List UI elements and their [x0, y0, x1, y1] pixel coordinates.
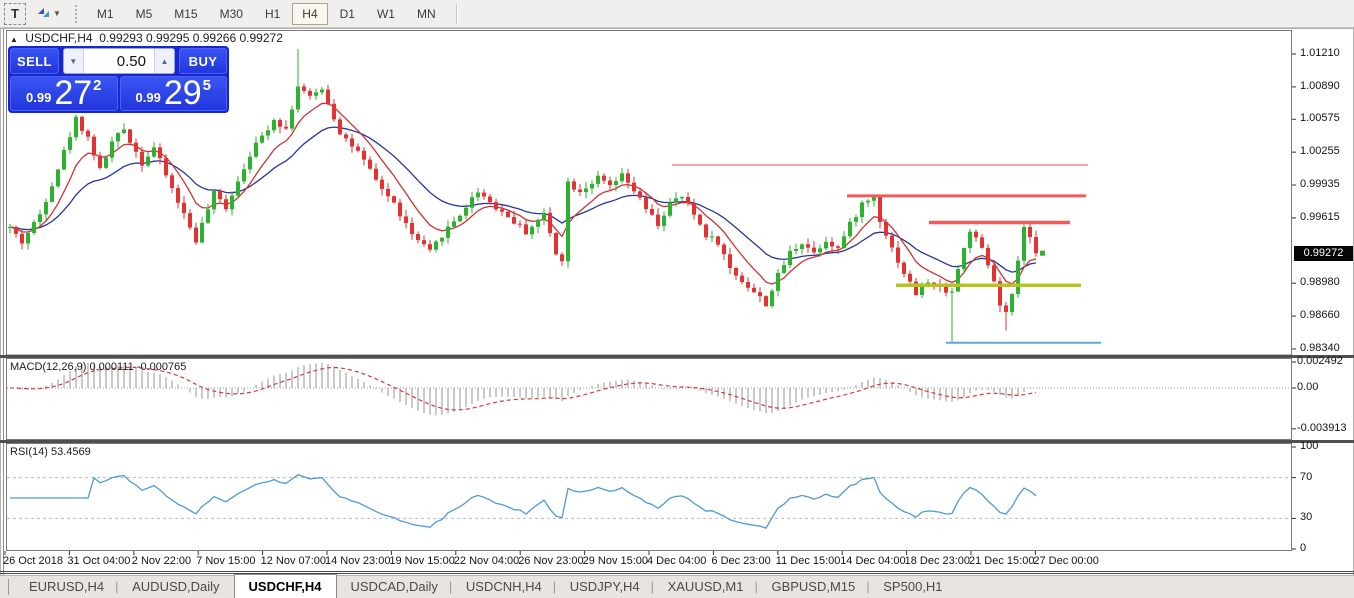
volume-decrease-button[interactable]: ▼	[64, 49, 84, 73]
macd-axis-label: 0.00	[1297, 381, 1318, 393]
current-price-box: 0.99272	[1294, 246, 1353, 261]
chart-tabs: EURUSD,H4AUDUSD,DailyUSDCHF,H4USDCAD,Dai…	[15, 574, 957, 598]
price-axis-label: 0.98660	[1300, 309, 1340, 321]
ohlc-close: 0.99272	[239, 31, 282, 45]
symbol-up-icon: ▲	[10, 35, 18, 44]
timeframe-button[interactable]: M15	[164, 3, 207, 25]
chart-tab[interactable]: USDCAD,Daily	[337, 576, 452, 598]
chart-tab[interactable]: EURUSD,H4	[15, 576, 118, 598]
timeframe-button[interactable]: H4	[292, 3, 327, 25]
time-axis-label: 26 Nov 23:00	[518, 555, 583, 567]
macd-axis-label: -0.003913	[1297, 422, 1347, 434]
chart-tab[interactable]: AUDUSD,Daily	[118, 576, 233, 598]
buy-price-big: 29	[164, 78, 202, 108]
double-arrow-icon	[36, 5, 51, 23]
chart-title: ▲ USDCHF,H4 0.99293 0.99295 0.99266 0.99…	[10, 31, 283, 45]
time-axis-label: 21 Dec 15:00	[969, 555, 1034, 567]
rsi-axis-label: 0	[1300, 542, 1306, 554]
price-axis-label: 1.00255	[1300, 145, 1340, 157]
ohlc-open: 0.99293	[99, 31, 142, 45]
chart-tab[interactable]: USDCHF,H4	[234, 574, 337, 598]
time-axis-label: 12 Nov 07:00	[261, 555, 326, 567]
time-axis-label: 4 Dec 04:00	[647, 555, 706, 567]
ohlc-high: 0.99295	[146, 31, 189, 45]
toolbar-grip	[75, 5, 79, 23]
time-axis-label: 6 Dec 23:00	[711, 555, 770, 567]
current-price-marker	[1040, 251, 1045, 256]
one-click-trade-panel: SELL ▼ ▲ BUY 0.99 27 2 0.99 29 5	[8, 46, 229, 113]
timeframe-button[interactable]: M30	[210, 3, 253, 25]
rsi-indicator-label: RSI(14) 53.4569	[10, 446, 91, 458]
timeframe-button[interactable]: M1	[87, 3, 124, 25]
chart-tab[interactable]: GBPUSD,M15	[757, 576, 869, 598]
ohlc-low: 0.99266	[193, 31, 236, 45]
rsi-axis-label: 70	[1300, 471, 1312, 483]
time-axis-label: 18 Dec 23:00	[905, 555, 970, 567]
timeframe-group: M1M5M15M30H1H4D1W1MN	[87, 3, 446, 25]
sell-price-prefix: 0.99	[26, 90, 51, 105]
sell-price-pip: 2	[93, 77, 101, 94]
rsi-axis-label: 30	[1300, 511, 1312, 523]
time-axis-label: 31 Oct 04:00	[67, 555, 130, 567]
timeframe-button[interactable]: D1	[330, 3, 365, 25]
toolbar: T ▼ M1M5M15M30H1H4D1W1MN	[0, 0, 1354, 28]
timeframe-button[interactable]: M5	[126, 3, 163, 25]
pane-separator[interactable]	[0, 355, 1354, 358]
time-axis-label: 29 Nov 15:00	[583, 555, 648, 567]
time-axis-label: 11 Dec 15:00	[776, 555, 841, 567]
sell-button[interactable]: SELL	[10, 48, 59, 74]
chart-tab[interactable]: USDCNH,H4	[452, 576, 556, 598]
time-axis-label: 22 Nov 04:00	[454, 555, 519, 567]
time-axis-label: 2 Nov 22:00	[132, 555, 191, 567]
mt4-terminal: T ▼ M1M5M15M30H1H4D1W1MN ▲ USDCHF,H4 0.9…	[0, 0, 1354, 598]
buy-price-prefix: 0.99	[136, 90, 161, 105]
volume-input[interactable]	[84, 49, 154, 73]
text-tool-button[interactable]: T	[4, 3, 26, 25]
buy-price-pip: 5	[203, 77, 211, 94]
time-axis-label: 26 Oct 2018	[3, 555, 63, 567]
macd-indicator-label: MACD(12,26,9) 0.000111 -0.000765	[10, 361, 186, 373]
rsi-axis-label: 100	[1300, 440, 1318, 452]
chart-tab[interactable]: SP500,H1	[869, 576, 956, 598]
price-axis-label: 0.98980	[1300, 276, 1340, 288]
buy-price-button[interactable]: 0.99 29 5	[120, 76, 228, 111]
chart-area: ▲ USDCHF,H4 0.99293 0.99295 0.99266 0.99…	[0, 28, 1354, 575]
objects-tool-button[interactable]: ▼	[32, 3, 65, 25]
pane-separator[interactable]	[0, 440, 1354, 443]
chart-tab[interactable]: USDJPY,H4	[556, 576, 654, 598]
time-axis-label: 27 Dec 00:00	[1033, 555, 1098, 567]
volume-stepper: ▼ ▲	[63, 48, 175, 74]
price-axis-label: 0.99615	[1300, 211, 1340, 223]
timeframe-button[interactable]: MN	[407, 3, 446, 25]
time-axis-label: 7 Nov 15:00	[196, 555, 255, 567]
sell-price-big: 27	[54, 78, 92, 108]
price-axis-label: 1.00575	[1300, 112, 1340, 124]
macd-axis-label: 0.002492	[1297, 355, 1343, 367]
time-axis-label: 14 Dec 04:00	[840, 555, 905, 567]
symbol-name: USDCHF,H4	[25, 31, 92, 45]
timeframe-button[interactable]: W1	[367, 3, 405, 25]
time-axis-label: 19 Nov 15:00	[389, 555, 454, 567]
toolbar-separator	[456, 4, 458, 24]
price-axis-label: 0.98340	[1300, 342, 1340, 354]
dropdown-caret-icon: ▼	[53, 9, 61, 18]
volume-increase-button[interactable]: ▲	[154, 49, 174, 73]
time-axis-label: 14 Nov 23:00	[325, 555, 390, 567]
tabbar-edge	[8, 579, 11, 595]
timeframe-button[interactable]: H1	[255, 3, 290, 25]
price-axis-label: 0.99935	[1300, 178, 1340, 190]
chart-tab[interactable]: XAUUSD,M1	[654, 576, 758, 598]
chart-tab-bar: EURUSD,H4AUDUSD,DailyUSDCHF,H4USDCAD,Dai…	[0, 575, 1354, 598]
price-axis-label: 1.00890	[1300, 80, 1340, 92]
sell-price-button[interactable]: 0.99 27 2	[10, 76, 118, 111]
buy-button[interactable]: BUY	[179, 48, 227, 74]
price-axis-label: 1.01210	[1300, 47, 1340, 59]
